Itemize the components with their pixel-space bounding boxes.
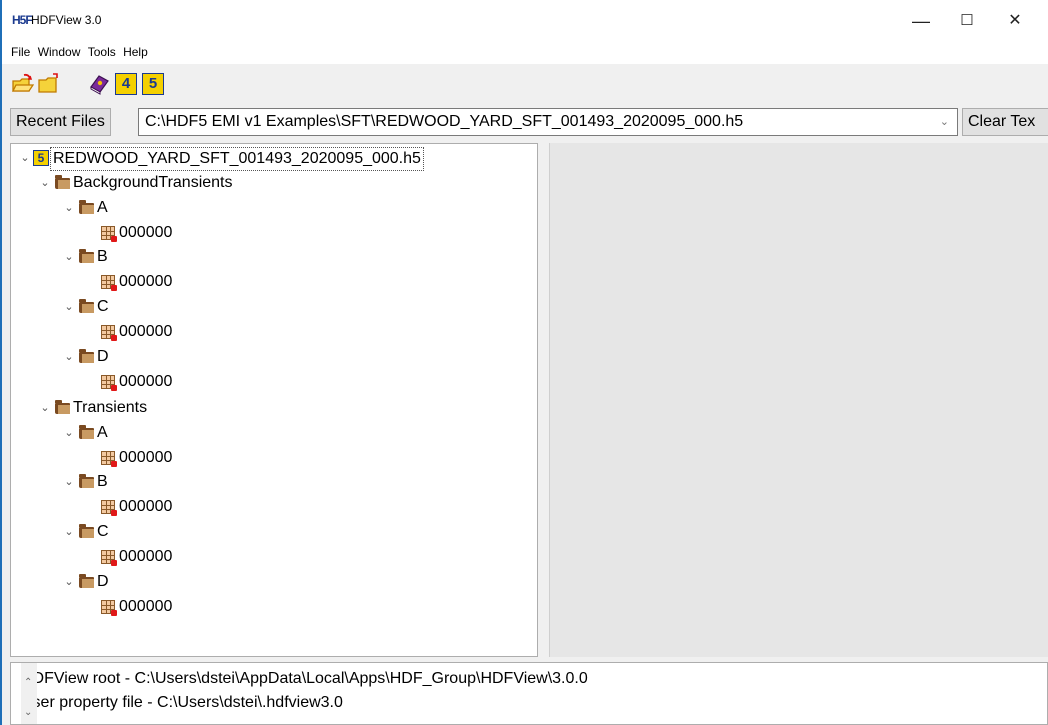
title-bar: H5F HDFView 3.0 — ☐ ✕ [2,0,1048,40]
status-area: HDFView root - C:\Users\dstei\AppData\Lo… [10,662,1048,725]
chevron-down-icon[interactable]: ⌄ [63,197,75,219]
dataset-label: 000000 [119,323,173,340]
chevron-down-icon[interactable]: ⌄ [63,246,75,268]
chevron-down-icon[interactable]: ⌄ [63,422,75,444]
dataset-icon [101,451,117,467]
dataset-icon [101,550,117,566]
folder-icon [79,349,94,363]
dataset-label: 000000 [119,224,173,241]
minimize-button[interactable]: — [898,8,944,34]
dataset-label: 000000 [119,373,173,390]
folder-icon [79,299,94,313]
maximize-button[interactable]: ☐ [944,8,990,34]
folder-icon [55,400,70,414]
dataset-icon [101,500,117,516]
chevron-down-icon[interactable]: ⌄ [63,346,75,368]
dataset-icon [101,325,117,341]
recent-files-row: Recent Files C:\HDF5 EMI v1 Examples\SFT… [2,108,1048,138]
group-label: C [97,298,109,315]
dataset-icon [101,375,117,391]
dataset-label: 000000 [119,498,173,515]
open-folder-icon[interactable] [38,73,60,95]
new-hdf5-icon[interactable]: 5 [142,73,164,95]
group-label: A [97,199,108,216]
dataset-label: 000000 [119,449,173,466]
group-label: A [97,424,108,441]
folder-icon [79,474,94,488]
status-scrollbar[interactable]: ⌃ ⌄ [21,663,37,724]
chevron-down-icon[interactable]: ⌄ [63,521,75,543]
open-file-icon[interactable] [12,73,34,95]
chevron-down-icon[interactable]: ⌄ [19,147,31,169]
menu-tools[interactable]: Tools [88,40,116,59]
toolbar: 4 5 [2,66,1048,104]
group-label: Transients [73,399,148,416]
dataset-label: 000000 [119,598,173,615]
dataset-icon [101,600,117,616]
group-label: C [97,523,109,540]
hdf5-file-icon: 5 [33,150,49,166]
group-label: D [97,573,109,590]
help-book-icon[interactable] [88,73,110,95]
recent-file-path: C:\HDF5 EMI v1 Examples\SFT\REDWOOD_YARD… [145,113,744,130]
folder-icon [79,425,94,439]
dataset-icon [101,226,117,242]
file-tree-panel: ⌄ 5 REDWOOD_YARD_SFT_001493_2020095_000.… [10,143,538,657]
folder-icon [55,175,70,189]
recent-files-button[interactable]: Recent Files [10,108,111,136]
dataset-label: 000000 [119,548,173,565]
menu-file[interactable]: File [11,40,30,59]
window-title: HDFView 3.0 [31,13,102,27]
chevron-down-icon[interactable]: ⌄ [63,571,75,593]
folder-icon [79,249,94,263]
close-button[interactable]: ✕ [992,8,1038,34]
group-label: D [97,348,109,365]
folder-icon [79,200,94,214]
recent-file-path-combo[interactable]: C:\HDF5 EMI v1 Examples\SFT\REDWOOD_YARD… [138,108,958,136]
app-logo-icon: H5F [12,13,33,27]
content-panel [549,143,1048,657]
chevron-down-icon[interactable]: ⌄ [63,296,75,318]
dataset-icon [101,275,117,291]
folder-icon [79,574,94,588]
chevron-down-icon[interactable]: ⌄ [39,397,51,419]
root-file-label: REDWOOD_YARD_SFT_001493_2020095_000.h5 [50,147,424,171]
new-hdf4-icon[interactable]: 4 [115,73,137,95]
scroll-down-icon[interactable]: ⌄ [24,707,32,718]
clear-text-button[interactable]: Clear Tex [962,108,1048,136]
status-line-property: User property file - C:\Users\dstei\.hdf… [21,694,343,711]
menu-window[interactable]: Window [38,40,81,59]
group-label: BackgroundTransients [73,174,233,191]
group-label: B [97,473,108,490]
menu-help[interactable]: Help [123,40,148,59]
scroll-up-icon[interactable]: ⌃ [24,677,32,688]
chevron-down-icon[interactable]: ⌄ [63,471,75,493]
status-line-root: HDFView root - C:\Users\dstei\AppData\Lo… [21,670,588,687]
folder-icon [79,524,94,538]
chevron-down-icon[interactable]: ⌄ [39,172,51,194]
menu-bar: File Window Tools Help [2,40,1048,64]
group-label: B [97,248,108,265]
dataset-label: 000000 [119,273,173,290]
chevron-down-icon[interactable]: ⌄ [940,109,949,135]
